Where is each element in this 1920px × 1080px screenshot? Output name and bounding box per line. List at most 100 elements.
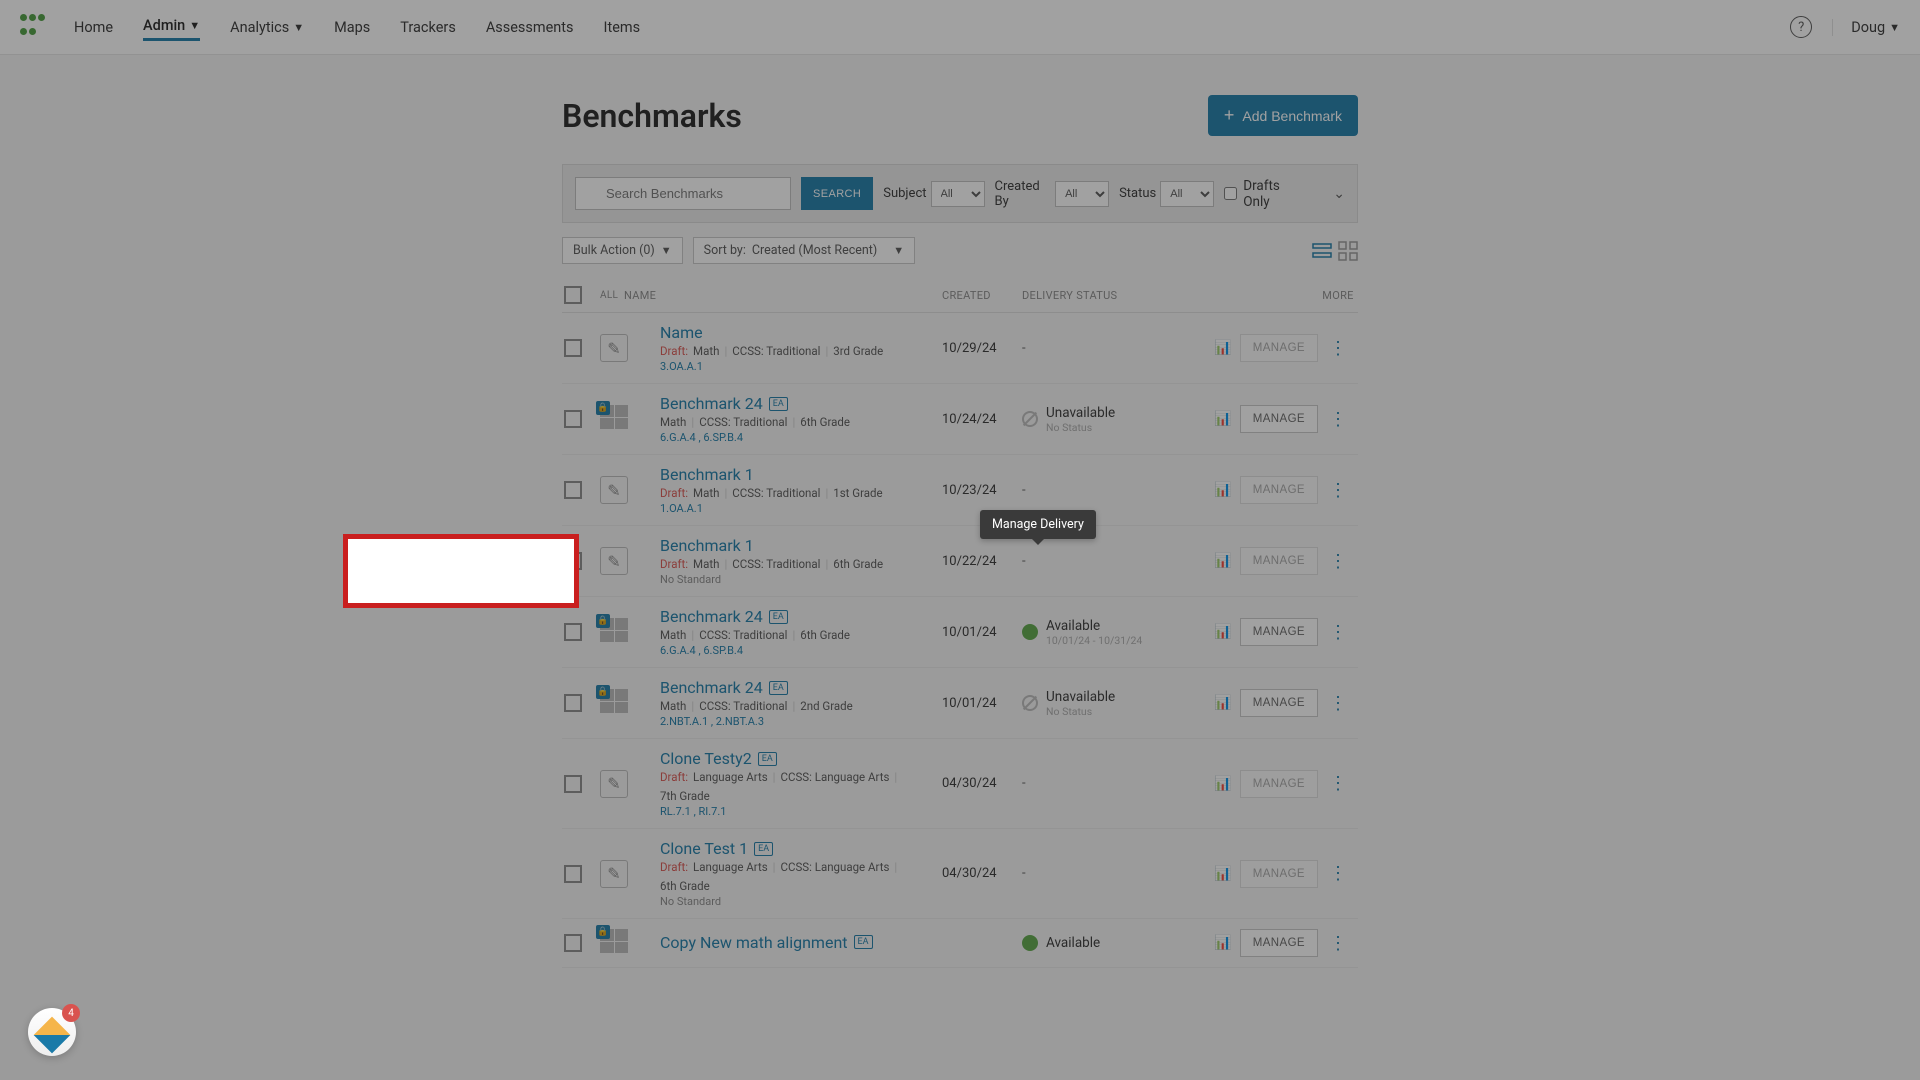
- draft-label: Draft:: [660, 486, 688, 500]
- status-select[interactable]: All: [1160, 181, 1214, 207]
- draft-label: Draft:: [660, 557, 688, 571]
- standards-text: 1.OA.A.1: [660, 502, 942, 515]
- manage-button[interactable]: MANAGE: [1240, 334, 1318, 362]
- created-date: 10/24/24: [942, 412, 1022, 427]
- nav-admin[interactable]: Admin ▼: [143, 13, 200, 41]
- edit-icon: ✎: [600, 334, 628, 362]
- page-title: Benchmarks: [562, 97, 742, 135]
- chart-icon[interactable]: 📊: [1214, 411, 1231, 427]
- manage-button[interactable]: MANAGE: [1240, 618, 1318, 646]
- edit-icon: ✎: [600, 547, 628, 575]
- benchmark-title-link[interactable]: Clone Testy2 EA: [660, 749, 777, 768]
- edit-icon: ✎: [600, 770, 628, 798]
- row-checkbox[interactable]: [564, 934, 582, 952]
- select-all-checkbox[interactable]: [564, 286, 582, 304]
- lock-icon: 🔒: [596, 925, 610, 939]
- lock-icon: 🔒: [596, 685, 610, 699]
- chart-icon[interactable]: 📊: [1214, 340, 1231, 356]
- nav-analytics[interactable]: Analytics ▼: [230, 13, 304, 41]
- chevron-down-icon: ▼: [293, 21, 304, 34]
- notification-badge: 4: [62, 1004, 80, 1022]
- row-checkbox[interactable]: [564, 339, 582, 357]
- more-actions-icon[interactable]: ⋮: [1329, 551, 1347, 572]
- manage-button[interactable]: MANAGE: [1240, 689, 1318, 717]
- ea-badge: EA: [854, 935, 873, 949]
- table-row: ✎Clone Testy2 EADraft: Language Arts|CCS…: [562, 739, 1358, 829]
- more-actions-icon[interactable]: ⋮: [1329, 622, 1347, 643]
- benchmark-title-link[interactable]: Copy New math alignment EA: [660, 933, 873, 952]
- created-date: 10/23/24: [942, 483, 1022, 498]
- plus-icon: +: [1224, 105, 1235, 126]
- benchmark-title-link[interactable]: Clone Test 1 EA: [660, 839, 773, 858]
- th-more: MORE: [1318, 289, 1358, 302]
- edit-icon: ✎: [600, 860, 628, 888]
- user-menu[interactable]: Doug▼: [1832, 19, 1900, 36]
- manage-button[interactable]: MANAGE: [1240, 929, 1318, 957]
- chart-icon[interactable]: 📊: [1214, 624, 1231, 640]
- add-benchmark-button[interactable]: +Add Benchmark: [1208, 95, 1358, 136]
- standards-text: 6.G.A.4 , 6.SP.B.4: [660, 644, 942, 657]
- list-view-icon[interactable]: [1312, 241, 1332, 261]
- table-row: 🔒 Copy New math alignment EA Available 📊 MAN…: [562, 919, 1358, 968]
- more-actions-icon[interactable]: ⋮: [1329, 480, 1347, 501]
- grid-view-icon[interactable]: [1338, 241, 1358, 261]
- manage-button[interactable]: MANAGE: [1240, 860, 1318, 888]
- draft-label: Draft:: [660, 344, 688, 358]
- delivery-status-text: Available: [1046, 935, 1100, 951]
- bulk-action-select[interactable]: Bulk Action (0)▼: [562, 237, 683, 264]
- table-row: 🔒Benchmark 24 EAMath|CCSS: Traditional|6…: [562, 597, 1358, 668]
- more-actions-icon[interactable]: ⋮: [1329, 338, 1347, 359]
- th-delivery: DELIVERY STATUS: [1022, 289, 1222, 302]
- benchmark-title-link[interactable]: Benchmark 24 EA: [660, 678, 788, 697]
- status-dot: [1022, 411, 1038, 427]
- more-actions-icon[interactable]: ⋮: [1329, 933, 1347, 954]
- manage-button[interactable]: MANAGE: [1240, 476, 1318, 504]
- nav-maps[interactable]: Maps: [334, 13, 370, 41]
- row-checkbox[interactable]: [564, 694, 582, 712]
- row-checkbox[interactable]: [564, 410, 582, 428]
- nav-home[interactable]: Home: [74, 13, 113, 41]
- delivery-status-text: Unavailable: [1046, 405, 1115, 421]
- more-actions-icon[interactable]: ⋮: [1329, 773, 1347, 794]
- benchmark-title-link[interactable]: Benchmark 24 EA: [660, 394, 788, 413]
- more-actions-icon[interactable]: ⋮: [1329, 863, 1347, 884]
- subject-select[interactable]: All: [931, 181, 985, 207]
- manage-button[interactable]: MANAGE: [1240, 405, 1318, 433]
- nav-items[interactable]: Items: [604, 13, 641, 41]
- drafts-only-checkbox[interactable]: Drafts Only: [1224, 178, 1305, 210]
- chart-icon[interactable]: 📊: [1214, 553, 1231, 569]
- sort-select[interactable]: Sort by: Created (Most Recent)▼: [693, 237, 915, 264]
- benchmark-title-link[interactable]: Benchmark 1: [660, 536, 754, 555]
- ea-badge: EA: [769, 397, 788, 411]
- benchmark-title-link[interactable]: Name: [660, 323, 703, 342]
- benchmark-title-link[interactable]: Benchmark 1: [660, 465, 754, 484]
- row-checkbox[interactable]: [564, 552, 582, 570]
- created-by-select[interactable]: All: [1055, 181, 1109, 207]
- standards-text: No Standard: [660, 895, 942, 908]
- ea-badge: EA: [754, 842, 773, 856]
- logo[interactable]: [20, 14, 46, 40]
- nav-assessments[interactable]: Assessments: [486, 13, 574, 41]
- benchmark-title-link[interactable]: Benchmark 24 EA: [660, 607, 788, 626]
- manage-button[interactable]: MANAGE: [1240, 770, 1318, 798]
- chart-icon[interactable]: 📊: [1214, 935, 1231, 951]
- floating-help-badge[interactable]: 4: [28, 1008, 76, 1056]
- chart-icon[interactable]: 📊: [1214, 866, 1231, 882]
- chart-icon[interactable]: 📊: [1214, 776, 1231, 792]
- search-input[interactable]: [575, 177, 791, 210]
- chart-icon[interactable]: 📊: [1214, 482, 1231, 498]
- more-actions-icon[interactable]: ⋮: [1329, 693, 1347, 714]
- manage-button[interactable]: MANAGE: [1240, 547, 1318, 575]
- nav-trackers[interactable]: Trackers: [400, 13, 456, 41]
- more-actions-icon[interactable]: ⋮: [1329, 409, 1347, 430]
- row-checkbox[interactable]: [564, 775, 582, 793]
- row-checkbox[interactable]: [564, 865, 582, 883]
- row-checkbox[interactable]: [564, 481, 582, 499]
- row-checkbox[interactable]: [564, 623, 582, 641]
- status-dot: [1022, 624, 1038, 640]
- chart-icon[interactable]: 📊: [1214, 695, 1231, 711]
- search-button[interactable]: SEARCH: [801, 177, 873, 210]
- expand-filters-icon[interactable]: ⌄: [1333, 186, 1345, 202]
- created-date: 10/29/24: [942, 341, 1022, 356]
- help-icon[interactable]: ?: [1790, 16, 1812, 38]
